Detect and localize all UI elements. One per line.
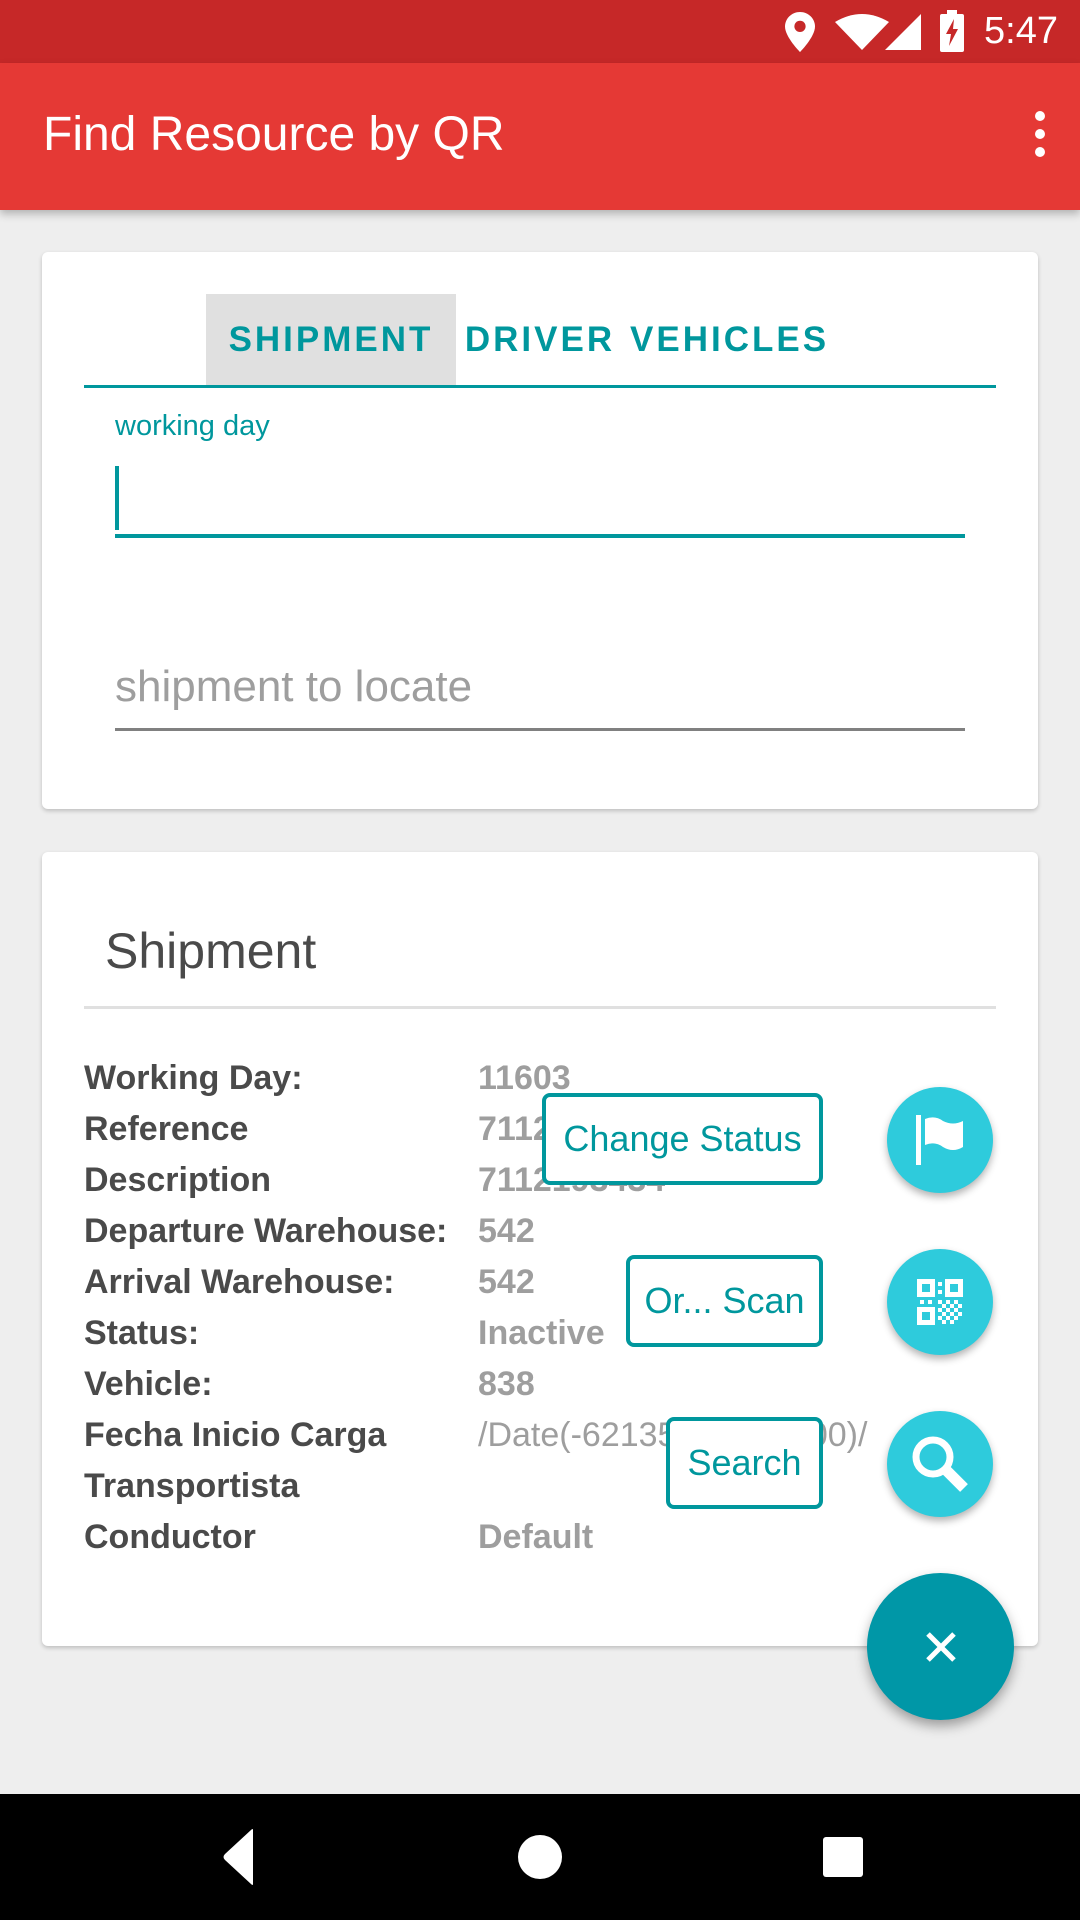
detail-value: 838 [478, 1365, 535, 1403]
detail-label: Fecha Inicio Carga [84, 1416, 387, 1454]
divider [84, 1006, 996, 1009]
detail-label: Transportista [84, 1467, 300, 1505]
clock: 5:47 [984, 10, 1058, 52]
scan-button[interactable]: Or... Scan [626, 1255, 823, 1347]
change-status-fab[interactable] [887, 1087, 993, 1193]
close-icon [925, 1631, 956, 1662]
detail-value: Inactive [478, 1314, 605, 1352]
detail-label: Status: [84, 1314, 200, 1352]
tab-underline [84, 385, 996, 388]
wifi-icon [835, 14, 889, 50]
shipment-to-locate-input[interactable] [115, 652, 965, 731]
system-nav-bar [0, 1794, 1080, 1920]
detail-label: Reference [84, 1110, 249, 1148]
page-title: Find Resource by QR [43, 108, 505, 161]
tab-vehicles[interactable]: VEHICLES [630, 294, 826, 386]
working-day-label: working day [115, 410, 270, 442]
detail-value: 542 [478, 1263, 535, 1301]
signal-icon [885, 14, 921, 50]
detail-label: Working Day: [84, 1059, 303, 1097]
app-bar: Find Resource by QR [0, 63, 1080, 210]
detail-label: Description [84, 1161, 272, 1199]
search-card: SHIPMENT DRIVER VEHICLES working day [42, 252, 1038, 809]
flag-icon [916, 1115, 963, 1165]
working-day-input[interactable] [115, 462, 965, 538]
shipment-card-title: Shipment [105, 923, 317, 979]
detail-value: Default [478, 1518, 594, 1556]
detail-label: Departure Warehouse: [84, 1212, 448, 1250]
close-fab-menu-button[interactable] [867, 1573, 1014, 1720]
back-icon[interactable] [205, 1824, 271, 1890]
detail-label: Vehicle: [84, 1365, 213, 1403]
change-status-button[interactable]: Change Status [542, 1093, 823, 1185]
battery-charging-icon [940, 10, 964, 52]
home-icon[interactable] [507, 1824, 573, 1890]
search-button[interactable]: Search [666, 1417, 823, 1509]
search-icon [912, 1436, 968, 1492]
detail-label: Conductor [84, 1518, 256, 1556]
recents-icon[interactable] [810, 1824, 876, 1890]
detail-label: Arrival Warehouse: [84, 1263, 395, 1301]
detail-value: 542 [478, 1212, 535, 1250]
status-bar: 5:47 [0, 0, 1080, 63]
qr-code-icon [917, 1279, 963, 1325]
tab-shipment[interactable]: SHIPMENT [206, 294, 456, 386]
scan-fab[interactable] [887, 1249, 993, 1355]
search-fab[interactable] [887, 1411, 993, 1517]
text-cursor [115, 466, 119, 530]
more-vert-icon[interactable] [1028, 111, 1052, 161]
tab-driver[interactable]: DRIVER [462, 294, 618, 386]
location-icon [785, 12, 815, 52]
